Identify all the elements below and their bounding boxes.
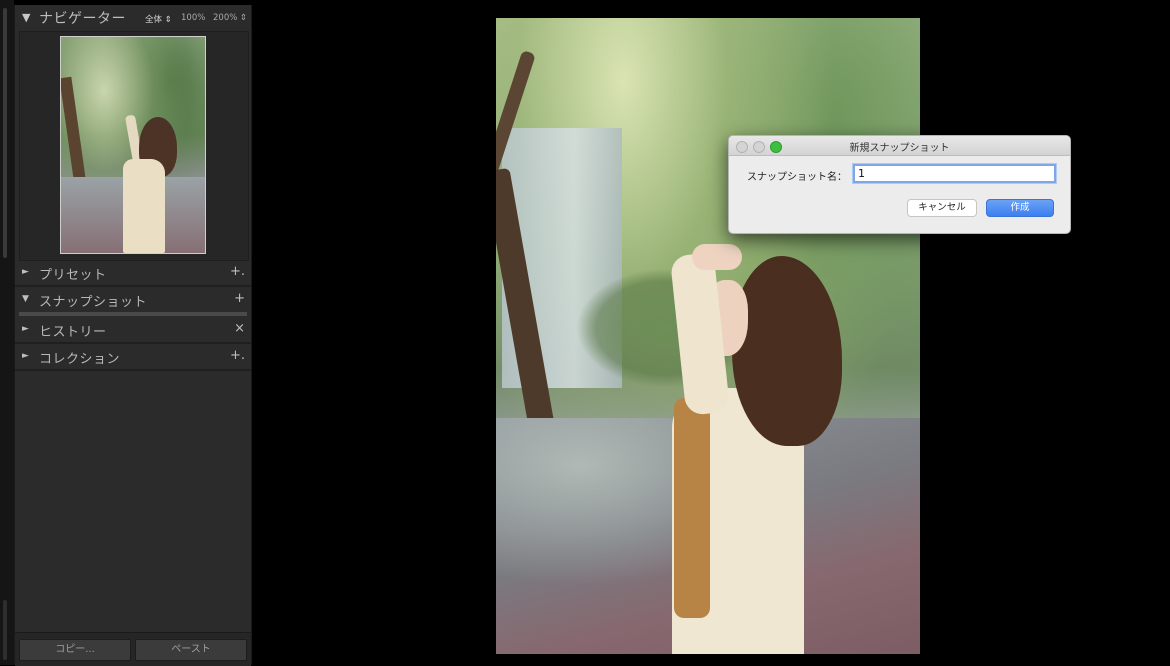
zoom-fit-option[interactable]: 全体 ⇕ bbox=[145, 13, 172, 25]
collapsed-triangle-icon: ► bbox=[22, 324, 29, 334]
zoom-200-option[interactable]: 200% ⇕ bbox=[213, 13, 247, 23]
section-snapshots[interactable]: ▼ スナップショット + bbox=[15, 288, 251, 312]
panel-scrollbar-lower[interactable] bbox=[3, 600, 7, 660]
dialog-title: 新規スナップショット bbox=[849, 143, 950, 154]
clear-history-icon[interactable]: × bbox=[234, 321, 245, 336]
section-label: プリセット bbox=[39, 268, 107, 283]
left-panel: ▼ ナビゲーター 全体 ⇕ 100% 200% ⇕ ► プリセット +. ▼ ス… bbox=[14, 5, 252, 666]
snapshot-list[interactable] bbox=[19, 312, 247, 316]
navigator-thumbnail[interactable] bbox=[60, 36, 206, 254]
section-label: スナップショット bbox=[39, 295, 148, 310]
section-label: ヒストリー bbox=[39, 325, 107, 340]
section-label: コレクション bbox=[39, 352, 121, 367]
main-photo[interactable] bbox=[496, 18, 920, 654]
add-collection-icon[interactable]: +. bbox=[230, 348, 245, 363]
collapsed-triangle-icon: ► bbox=[22, 351, 29, 361]
paste-button[interactable]: ペースト bbox=[135, 639, 247, 661]
panel-scrollbar[interactable] bbox=[3, 8, 7, 258]
photo-hair bbox=[732, 256, 842, 446]
snapshot-name-input[interactable]: 1 bbox=[853, 164, 1056, 183]
thumb-tree bbox=[61, 76, 87, 188]
snapshot-name-label: スナップショット名： bbox=[747, 172, 847, 183]
cancel-button[interactable]: キャンセル bbox=[907, 199, 977, 217]
new-snapshot-dialog: 新規スナップショット スナップショット名： 1 キャンセル 作成 bbox=[728, 135, 1071, 234]
navigator-title: ナビゲーター bbox=[39, 11, 126, 27]
thumb-body bbox=[123, 159, 165, 253]
expand-triangle-icon: ▼ bbox=[22, 11, 31, 24]
section-history[interactable]: ► ヒストリー × bbox=[15, 318, 251, 344]
create-button[interactable]: 作成 bbox=[986, 199, 1054, 217]
photo-blouse bbox=[674, 398, 710, 618]
add-snapshot-icon[interactable]: + bbox=[234, 291, 245, 306]
navigator-header[interactable]: ▼ ナビゲーター 全体 ⇕ 100% 200% ⇕ bbox=[15, 5, 251, 31]
collapsed-triangle-icon: ► bbox=[22, 267, 29, 277]
section-presets[interactable]: ► プリセット +. bbox=[15, 261, 251, 287]
dialog-titlebar[interactable]: 新規スナップショット bbox=[729, 136, 1070, 156]
zoom-100-option[interactable]: 100% bbox=[181, 13, 205, 23]
copy-button[interactable]: コピー... bbox=[19, 639, 131, 661]
left-edge-strip bbox=[0, 0, 14, 665]
expanded-triangle-icon: ▼ bbox=[22, 294, 29, 304]
photo-hand bbox=[692, 244, 742, 270]
add-preset-icon[interactable]: +. bbox=[230, 264, 245, 279]
panel-bottom-bar: コピー... ペースト bbox=[15, 632, 251, 666]
section-collections[interactable]: ► コレクション +. bbox=[15, 345, 251, 371]
navigator-preview[interactable] bbox=[19, 31, 249, 261]
